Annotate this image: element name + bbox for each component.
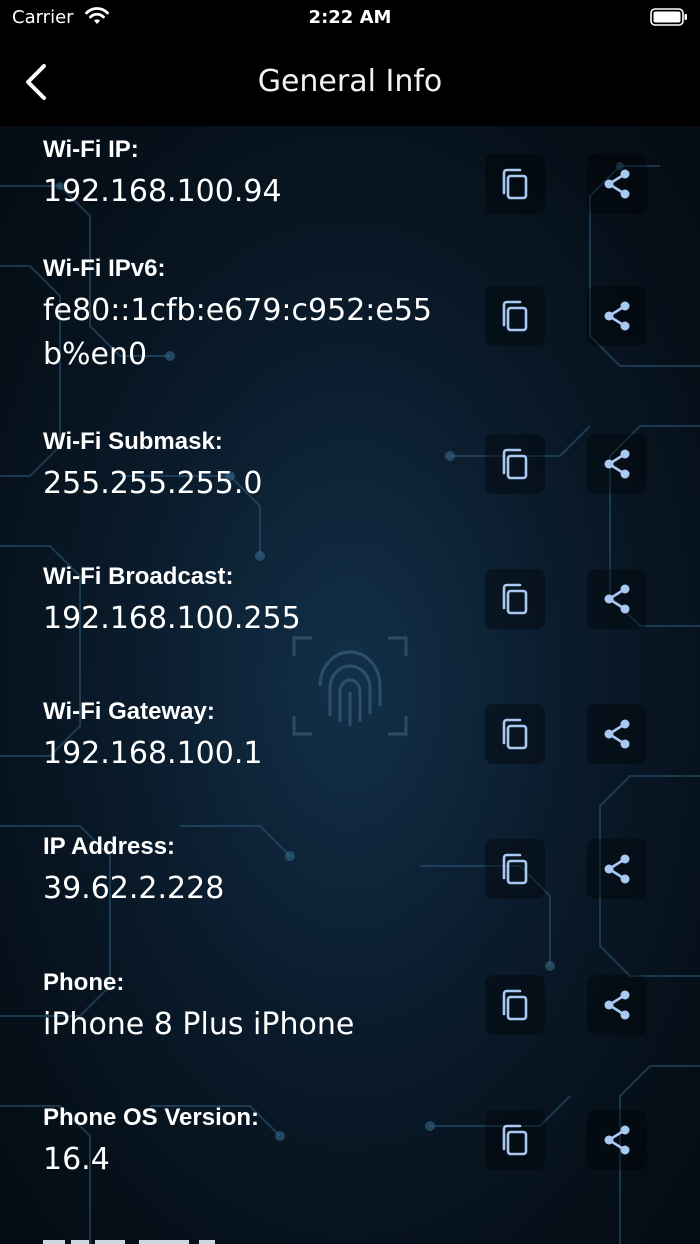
copy-icon <box>502 718 528 750</box>
battery-icon <box>650 8 687 26</box>
clock: 2:22 AM <box>308 7 392 28</box>
copy-icon <box>502 300 528 332</box>
copy-icon <box>502 853 528 885</box>
share-button[interactable] <box>587 286 647 346</box>
row-label: Wi-Fi Broadcast: <box>43 563 234 590</box>
copy-button[interactable] <box>485 569 545 629</box>
row-label: Wi-Fi Submask: <box>43 428 223 455</box>
share-button[interactable] <box>587 154 647 214</box>
share-icon <box>604 449 630 479</box>
row-value: 192.168.100.94 <box>43 174 282 209</box>
share-icon <box>604 584 630 614</box>
copy-icon <box>502 1124 528 1156</box>
row-label: Wi-Fi IP: <box>43 136 139 163</box>
copy-button[interactable] <box>485 839 545 899</box>
share-icon <box>604 719 630 749</box>
row-value: 192.168.100.255 <box>43 601 301 636</box>
row-value: 16.4 <box>43 1142 110 1177</box>
share-icon <box>604 301 630 331</box>
next-row-partial <box>43 1240 215 1244</box>
row-value: 192.168.100.1 <box>43 736 263 771</box>
share-button[interactable] <box>587 839 647 899</box>
copy-button[interactable] <box>485 1110 545 1170</box>
share-button[interactable] <box>587 569 647 629</box>
copy-button[interactable] <box>485 154 545 214</box>
row-value: 255.255.255.0 <box>43 466 263 501</box>
share-button[interactable] <box>587 704 647 764</box>
copy-button[interactable] <box>485 434 545 494</box>
copy-button[interactable] <box>485 975 545 1035</box>
navigation-bar: General Info <box>0 40 700 126</box>
share-button[interactable] <box>587 975 647 1035</box>
row-value: 39.62.2.228 <box>43 871 225 906</box>
copy-icon <box>502 448 528 480</box>
share-icon <box>604 1125 630 1155</box>
share-icon <box>604 169 630 199</box>
copy-icon <box>502 989 528 1021</box>
info-list[interactable]: Wi-Fi IP: 192.168.100.94 Wi-Fi IPv6: fe8… <box>0 126 700 1244</box>
copy-icon <box>502 168 528 200</box>
row-label: Wi-Fi Gateway: <box>43 698 215 725</box>
share-button[interactable] <box>587 1110 647 1170</box>
row-value: fe80::1cfb:e679:c952:e55b%en0 <box>43 293 433 372</box>
share-button[interactable] <box>587 434 647 494</box>
share-icon <box>604 854 630 884</box>
copy-button[interactable] <box>485 286 545 346</box>
share-icon <box>604 990 630 1020</box>
copy-button[interactable] <box>485 704 545 764</box>
row-value: iPhone 8 Plus iPhone <box>43 1007 355 1042</box>
row-label: Phone: <box>43 969 125 996</box>
row-label: Phone OS Version: <box>43 1104 260 1131</box>
status-bar: Carrier 2:22 AM <box>0 0 700 40</box>
page-title: General Info <box>257 64 443 99</box>
row-label: IP Address: <box>43 833 176 860</box>
copy-icon <box>502 583 528 615</box>
row-label: Wi-Fi IPv6: <box>43 255 166 282</box>
